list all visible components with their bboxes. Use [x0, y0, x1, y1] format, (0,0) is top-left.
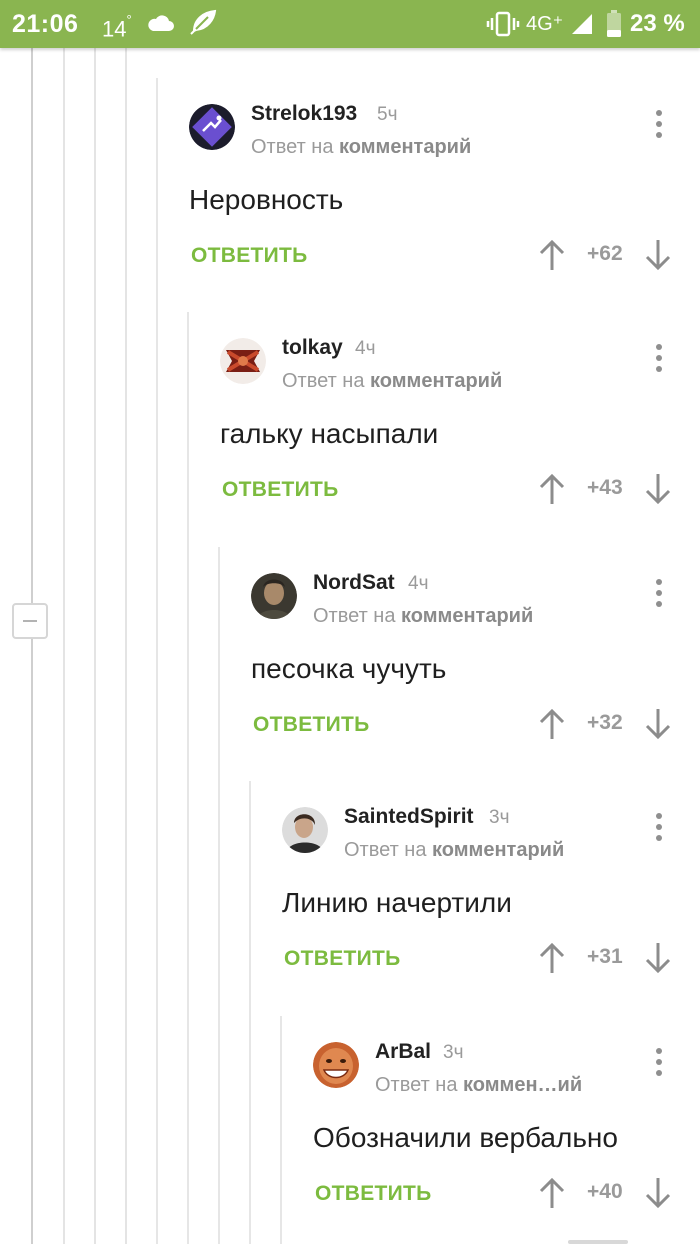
signal-icon [570, 12, 594, 36]
comment-text: гальку насыпали [220, 418, 439, 449]
reply-button[interactable]: ОТВЕТИТЬ [315, 1182, 432, 1206]
comment-score: +43 [587, 476, 623, 499]
comment-score: +31 [587, 945, 623, 968]
thread-line [218, 547, 220, 1244]
reply-to-link[interactable]: комментарий [432, 839, 564, 861]
thread-line [31, 48, 33, 1244]
more-menu-icon[interactable] [655, 813, 663, 843]
reply-button[interactable]: ОТВЕТИТЬ [253, 713, 370, 737]
temperature-value: 14 [102, 16, 127, 42]
reply-to-label: Ответ на коммен…ий [375, 1074, 582, 1097]
downvote-arrow-icon[interactable] [643, 941, 673, 975]
comment-text: Линию начертили [282, 887, 512, 918]
upvote-arrow-icon[interactable] [537, 1176, 567, 1210]
comment-time: 5ч [377, 104, 398, 125]
thread-line [63, 48, 65, 1244]
reply-to-label: Ответ на комментарий [313, 605, 533, 628]
status-time: 21:06 [12, 10, 79, 38]
reply-prefix: Ответ на [251, 136, 334, 158]
battery-percent: 23 % [630, 10, 685, 37]
more-menu-icon[interactable] [655, 579, 663, 609]
comment-score: +62 [587, 242, 623, 265]
vibrate-icon [486, 11, 520, 37]
comment-time: 3ч [489, 807, 510, 828]
thread-line [249, 781, 251, 1244]
network-type: 4G⁺ [526, 13, 564, 35]
reply-to-label: Ответ на комментарий [282, 370, 502, 393]
comment-author[interactable]: Strelok193 [251, 102, 357, 126]
comment: ArBal 3ч Ответ на коммен…ий Обозначили в… [313, 1016, 700, 1250]
cloud-icon [145, 13, 175, 33]
reply-to-label: Ответ на комментарий [344, 839, 564, 862]
reply-button[interactable]: ОТВЕТИТЬ [284, 947, 401, 971]
comment-time: 4ч [408, 573, 429, 594]
comment-time: 4ч [355, 338, 376, 359]
minus-icon [23, 620, 37, 622]
red-emblem-avatar[interactable] [220, 338, 266, 384]
status-temperature: 14° [102, 0, 132, 48]
more-menu-icon[interactable] [655, 1048, 663, 1078]
thread-line [156, 78, 158, 1244]
reply-to-link[interactable]: комментарий [401, 605, 533, 627]
feather-icon [188, 9, 218, 37]
thread-line [94, 48, 96, 1244]
comment: NordSat 4ч Ответ на комментарий песочка … [251, 547, 700, 781]
upvote-arrow-icon[interactable] [537, 238, 567, 272]
comment-author[interactable]: NordSat [313, 571, 395, 595]
comment-score: +32 [587, 711, 623, 734]
collapse-thread-button[interactable] [12, 603, 48, 639]
comment-text: Неровность [189, 184, 344, 215]
face-avatar[interactable] [313, 1042, 359, 1088]
downvote-arrow-icon[interactable] [643, 238, 673, 272]
comment-time: 3ч [443, 1042, 464, 1063]
downvote-arrow-icon[interactable] [643, 707, 673, 741]
reply-prefix: Ответ на [375, 1074, 458, 1096]
downvote-arrow-icon[interactable] [643, 472, 673, 506]
upvote-arrow-icon[interactable] [537, 941, 567, 975]
reply-to-link[interactable]: коммен…ий [463, 1074, 582, 1096]
portrait-avatar[interactable] [251, 573, 297, 619]
reply-to-label: Ответ на комментарий [251, 136, 471, 159]
comment: tolkay 4ч Ответ на комментарий гальку на… [220, 312, 700, 546]
comment-author[interactable]: SaintedSpirit [344, 805, 474, 829]
reply-prefix: Ответ на [313, 605, 396, 627]
portrait-avatar[interactable] [282, 807, 328, 853]
comment-score: +40 [587, 1180, 623, 1203]
comment: SaintedSpirit 3ч Ответ на комментарий Ли… [282, 781, 700, 1015]
more-menu-icon[interactable] [655, 344, 663, 374]
degree-symbol: ° [126, 12, 132, 27]
reply-prefix: Ответ на [282, 370, 365, 392]
thread-line [125, 48, 127, 1244]
comment-author[interactable]: ArBal [375, 1040, 431, 1064]
reply-to-link[interactable]: комментарий [370, 370, 502, 392]
reply-prefix: Ответ на [344, 839, 427, 861]
reply-to-link[interactable]: комментарий [339, 136, 471, 158]
thread-line [280, 1016, 282, 1244]
comment-text: песочка чучуть [251, 653, 447, 684]
status-bar: 21:06 14° 4G⁺ 23 % [0, 0, 700, 48]
reply-button[interactable]: ОТВЕТИТЬ [191, 244, 308, 268]
comment: Strelok193 5ч Ответ на комментарий Неров… [189, 78, 700, 312]
upvote-arrow-icon[interactable] [537, 707, 567, 741]
comment-author[interactable]: tolkay [282, 336, 343, 360]
next-comment-edge [568, 1240, 628, 1244]
reply-button[interactable]: ОТВЕТИТЬ [222, 478, 339, 502]
thread-line [187, 312, 189, 1244]
bat-logo-avatar[interactable] [189, 104, 235, 150]
more-menu-icon[interactable] [655, 110, 663, 140]
comment-text: Обозначили вербально [313, 1122, 618, 1153]
battery-icon [606, 10, 622, 38]
upvote-arrow-icon[interactable] [537, 472, 567, 506]
downvote-arrow-icon[interactable] [643, 1176, 673, 1210]
